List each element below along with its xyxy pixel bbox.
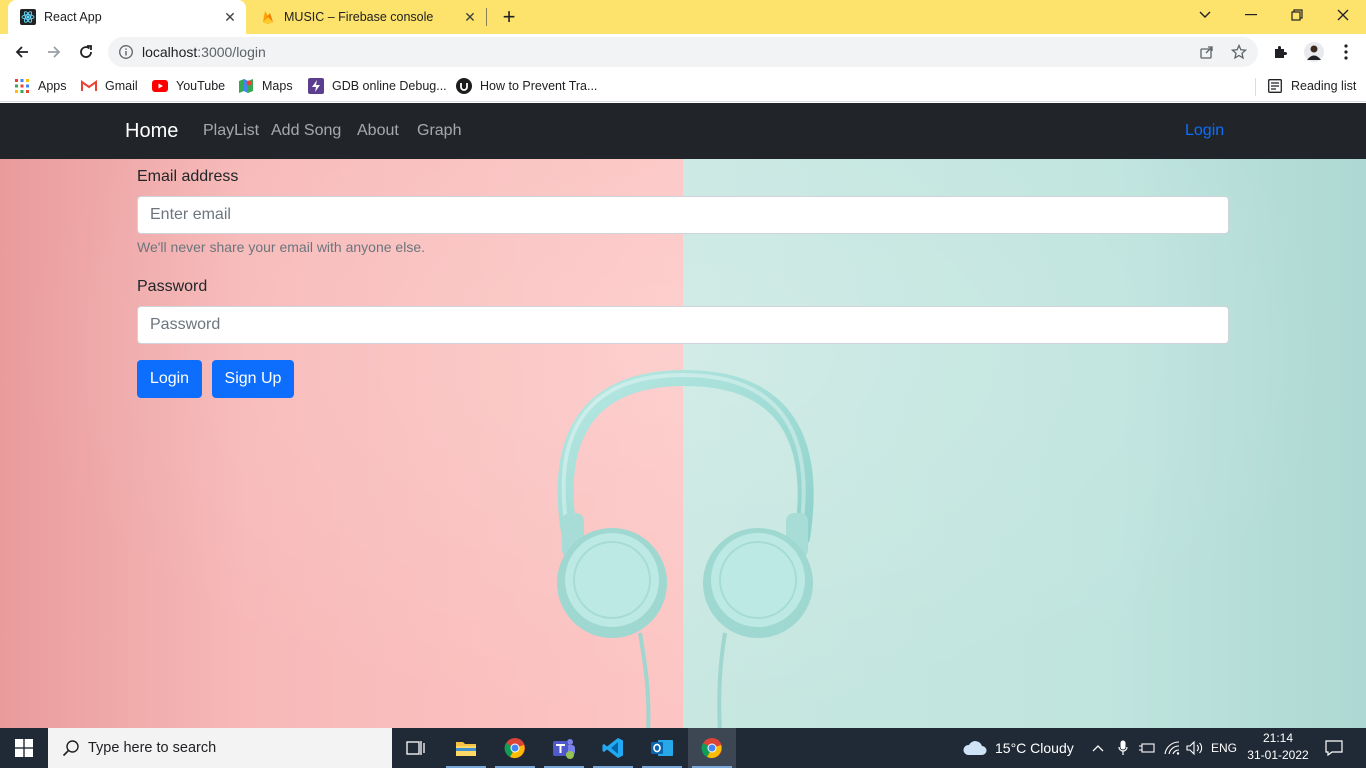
udemy-icon <box>456 78 472 94</box>
bookmark-apps[interactable]: Apps <box>14 76 67 96</box>
chrome-icon[interactable] <box>688 728 736 768</box>
login-button[interactable]: Login <box>137 360 202 398</box>
wifi-icon[interactable] <box>1161 728 1183 768</box>
teams-icon[interactable] <box>540 728 588 768</box>
restore-button[interactable] <box>1274 0 1320 30</box>
firebase-icon <box>260 9 276 25</box>
share-icon[interactable] <box>1198 43 1216 61</box>
chrome-icon[interactable] <box>491 728 539 768</box>
weather-widget[interactable]: 15°C Cloudy <box>962 728 1074 768</box>
bookmark-gdb[interactable]: GDB online Debug... <box>308 76 447 96</box>
battery-icon[interactable] <box>1137 728 1157 768</box>
bookmark-youtube[interactable]: YouTube <box>152 76 225 96</box>
speaker-icon[interactable] <box>1184 728 1206 768</box>
extensions-icon[interactable] <box>1266 38 1294 66</box>
bookmark-udemy[interactable]: How to Prevent Tra... <box>456 76 597 96</box>
search-placeholder: Type here to search <box>88 740 217 756</box>
tab-divider <box>486 8 487 26</box>
taskbar-search[interactable]: Type here to search <box>48 728 392 768</box>
react-icon <box>20 9 36 25</box>
bookmark-label: How to Prevent Tra... <box>480 79 598 93</box>
reading-list-label: Reading list <box>1291 79 1357 93</box>
vscode-icon[interactable] <box>589 728 637 768</box>
maps-icon <box>238 78 254 94</box>
language-indicator[interactable]: ENG <box>1208 728 1240 768</box>
star-icon[interactable] <box>1230 43 1248 61</box>
search-icon <box>62 739 80 757</box>
close-icon[interactable]: ✕ <box>460 7 480 27</box>
avatar[interactable] <box>1300 38 1328 66</box>
address-bar[interactable]: localhost:3000/login <box>108 37 1258 67</box>
clock-time: 21:14 <box>1262 731 1294 745</box>
clock-date: 31-01-2022 <box>1247 748 1309 762</box>
password-field[interactable] <box>137 306 1229 344</box>
notifications-icon[interactable] <box>1318 728 1350 768</box>
taskbar: Type here to search 15°C Cloudy ENG 21:1… <box>0 728 1366 768</box>
bookmark-label: Maps <box>262 79 293 93</box>
sign-up-button[interactable]: Sign Up <box>212 360 294 398</box>
gmail-icon <box>81 78 97 94</box>
reading-list-button[interactable]: Reading list <box>1267 76 1356 96</box>
file-explorer-icon[interactable] <box>442 728 490 768</box>
tab-strip: React App ✕ MUSIC – Firebase console ✕ + <box>0 0 1366 34</box>
youtube-icon <box>152 78 168 94</box>
weather-text: 15°C Cloudy <box>995 740 1074 756</box>
windows-icon <box>15 739 33 757</box>
tab-firebase-console[interactable]: MUSIC – Firebase console ✕ <box>248 0 486 34</box>
new-tab-button[interactable]: + <box>496 4 522 29</box>
task-view-icon[interactable] <box>392 728 440 768</box>
nav-link-graph[interactable]: Graph <box>417 122 461 140</box>
outlook-icon[interactable] <box>638 728 686 768</box>
microphone-icon[interactable] <box>1113 728 1133 768</box>
start-button[interactable] <box>0 728 48 768</box>
bookmark-label: Gmail <box>105 79 138 93</box>
tab-react-app[interactable]: React App ✕ <box>8 0 246 34</box>
menu-icon[interactable] <box>1332 38 1360 66</box>
close-window-button[interactable] <box>1320 0 1366 30</box>
bookmark-maps[interactable]: Maps <box>238 76 293 96</box>
back-button[interactable] <box>8 38 36 66</box>
email-label: Email address <box>137 168 239 185</box>
apps-grid-icon <box>14 78 30 94</box>
navbar-brand[interactable]: Home <box>125 120 178 143</box>
close-icon[interactable]: ✕ <box>220 7 240 27</box>
nav-link-playlist[interactable]: PlayList <box>203 122 259 140</box>
headphones-image <box>557 369 814 728</box>
password-label: Password <box>137 278 208 295</box>
clock[interactable]: 21:14 31-01-2022 <box>1246 730 1310 764</box>
bookmark-label: GDB online Debug... <box>332 79 447 93</box>
nav-link-login[interactable]: Login <box>1185 122 1224 140</box>
minimize-button[interactable] <box>1228 0 1274 30</box>
url-text: localhost:3000/login <box>142 44 266 60</box>
page-content: Home PlayList Add Song About Graph Login… <box>0 103 1366 728</box>
bookmarks-bar: Apps Gmail YouTube Maps GDB online Debug… <box>0 70 1366 102</box>
cloud-icon <box>963 741 987 755</box>
reading-list-icon <box>1267 78 1283 94</box>
nav-link-add-song[interactable]: Add Song <box>271 122 341 140</box>
tab-search-icon[interactable] <box>1182 0 1228 30</box>
nav-link-about[interactable]: About <box>357 122 399 140</box>
reload-button[interactable] <box>72 38 100 66</box>
navbar: Home PlayList Add Song About Graph Login <box>0 103 1366 159</box>
gdb-icon <box>308 78 324 94</box>
bookmarks-divider <box>1255 78 1256 96</box>
bookmark-label: YouTube <box>176 79 226 93</box>
info-icon[interactable] <box>118 44 134 60</box>
chevron-up-icon[interactable] <box>1088 728 1108 768</box>
forward-button[interactable] <box>40 38 68 66</box>
email-help-text: We'll never share your email with anyone… <box>137 239 425 255</box>
tab-title: MUSIC – Firebase console <box>284 10 434 24</box>
email-field[interactable] <box>137 196 1229 234</box>
bookmark-gmail[interactable]: Gmail <box>81 76 138 96</box>
tab-title: React App <box>44 10 102 24</box>
browser-toolbar: localhost:3000/login <box>0 34 1366 70</box>
bookmark-label: Apps <box>38 79 67 93</box>
